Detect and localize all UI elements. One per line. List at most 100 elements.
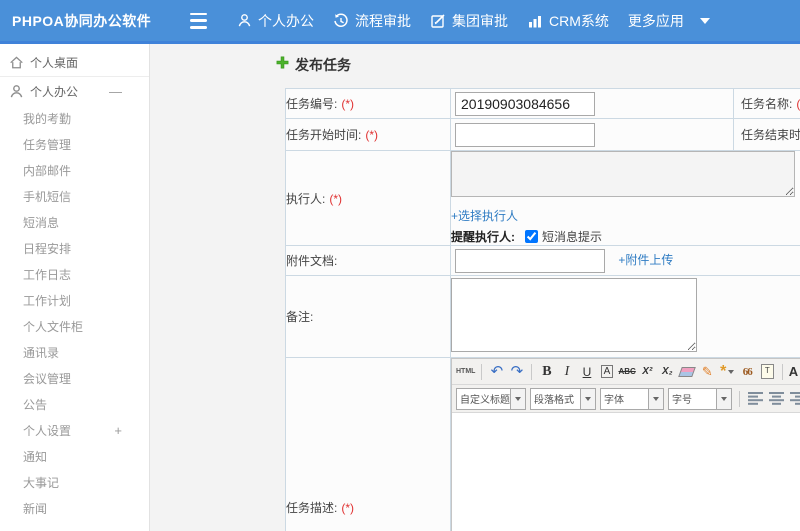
attachment-input[interactable] bbox=[455, 248, 605, 273]
align-left-button[interactable] bbox=[747, 389, 764, 409]
menu-toggle-button[interactable] bbox=[190, 12, 210, 29]
strikethrough-icon: ABC bbox=[618, 367, 636, 376]
sidebar-item-7[interactable]: 日程安排 bbox=[0, 235, 149, 261]
remark-label: 备注: bbox=[286, 310, 314, 324]
italic-icon: I bbox=[564, 363, 570, 379]
toolbar-separator bbox=[781, 363, 783, 380]
toolbar-separator bbox=[481, 363, 483, 380]
header-menu-group-approval[interactable]: 集团审批 bbox=[430, 11, 508, 31]
sidebar-item-4[interactable]: 内部邮件 bbox=[0, 157, 149, 183]
eraser-button[interactable] bbox=[678, 362, 697, 382]
choose-executor-link[interactable]: +选择执行人 bbox=[451, 207, 518, 224]
app-window: PHPOA协同办公软件 个人办公 流程审批 集团审批 CRM系统 更多应用 个人桌面 个人… bbox=[0, 0, 800, 531]
bold-button[interactable]: B bbox=[538, 362, 555, 382]
italic-button[interactable]: I bbox=[558, 362, 575, 382]
align-right-icon bbox=[790, 392, 800, 405]
title-select[interactable]: 自定义标题 bbox=[456, 387, 526, 410]
add-icon bbox=[276, 56, 289, 74]
superscript-button[interactable]: X² bbox=[639, 362, 656, 382]
strikethrough-button[interactable]: ABC bbox=[618, 362, 635, 382]
remark-textarea[interactable] bbox=[451, 278, 697, 352]
sidebar-item-9[interactable]: 工作计划 bbox=[0, 287, 149, 313]
sidebar-item-label: 个人桌面 bbox=[30, 55, 79, 70]
sidebar-item-label: 大事记 bbox=[23, 475, 60, 490]
history-icon bbox=[333, 13, 349, 29]
app-logo: PHPOA协同办公软件 bbox=[12, 12, 152, 29]
font-color-button[interactable]: A bbox=[789, 362, 800, 382]
header-menu-more-apps[interactable]: 更多应用 bbox=[628, 11, 710, 31]
underline-button[interactable]: U bbox=[578, 362, 595, 382]
sidebar-item-label: 通知 bbox=[23, 449, 48, 464]
app-header: PHPOA协同办公软件 个人办公 流程审批 集团审批 CRM系统 更多应用 bbox=[0, 0, 800, 41]
sidebar-item-11[interactable]: 通讯录 bbox=[0, 339, 149, 365]
format-brush-button[interactable]: ✎ bbox=[699, 362, 716, 382]
sidebar-item-8[interactable]: 工作日志 bbox=[0, 261, 149, 287]
eraser-icon bbox=[678, 366, 697, 377]
sidebar-item-17[interactable]: 新闻 bbox=[0, 495, 149, 521]
editor-content-area[interactable] bbox=[452, 413, 800, 531]
sidebar-item-5[interactable]: 手机短信 bbox=[0, 183, 149, 209]
sidebar-list: 个人桌面个人办公 — 我的考勤 任务管理 内部邮件手机短信短消息日程安排 工作日志工作计划… bbox=[0, 48, 149, 521]
sidebar-item-13[interactable]: 公告 bbox=[0, 391, 149, 417]
header-menu-personal-office[interactable]: 个人办公 bbox=[237, 11, 314, 31]
html-source-button[interactable]: HTML bbox=[456, 362, 475, 382]
caret-down-icon bbox=[510, 388, 525, 409]
attachment-upload-link[interactable]: +附件上传 bbox=[618, 251, 673, 268]
paragraph-format-select[interactable]: 段落格式 bbox=[530, 387, 596, 410]
collapse-icon[interactable]: — bbox=[109, 84, 122, 99]
paste-text-button[interactable]: T bbox=[759, 362, 776, 382]
sidebar-item-10[interactable]: 个人文件柜 bbox=[0, 313, 149, 339]
redo-button[interactable]: ↷ bbox=[508, 362, 525, 382]
blockquote-button[interactable]: 66 bbox=[739, 362, 756, 382]
sidebar: 个人桌面个人办公 — 我的考勤 任务管理 内部邮件手机短信短消息日程安排 工作日志工作计划… bbox=[0, 44, 150, 531]
page-title: 发布任务 bbox=[295, 57, 351, 73]
sidebar-item-12[interactable]: 会议管理 bbox=[0, 365, 149, 391]
sidebar-item-label: 个人文件柜 bbox=[23, 319, 84, 334]
subscript-icon: X₂ bbox=[662, 366, 673, 377]
sms-checkbox[interactable] bbox=[525, 230, 538, 243]
sidebar-item-1[interactable]: 个人办公 — bbox=[0, 77, 149, 105]
align-right-button[interactable] bbox=[789, 389, 800, 409]
sidebar-item-6[interactable]: 短消息 bbox=[0, 209, 149, 235]
header-menu-label: 更多应用 bbox=[627, 12, 684, 29]
start-time-input[interactable] bbox=[455, 122, 595, 147]
sidebar-item-label: 短消息 bbox=[23, 215, 60, 230]
sidebar-item-label: 个人办公 bbox=[30, 84, 79, 99]
executor-textarea[interactable] bbox=[451, 151, 795, 197]
sidebar-item-2[interactable]: 我的考勤 bbox=[0, 105, 149, 131]
header-menu: 个人办公 流程审批 集团审批 CRM系统 更多应用 bbox=[237, 11, 710, 31]
align-center-button[interactable] bbox=[768, 389, 785, 409]
edit-icon bbox=[430, 13, 446, 29]
toolbar-separator bbox=[531, 363, 533, 380]
sidebar-item-label: 新闻 bbox=[23, 501, 48, 516]
user-icon bbox=[9, 84, 24, 99]
sidebar-item-14[interactable]: 个人设置 + bbox=[0, 417, 149, 443]
caret-down-icon bbox=[728, 369, 735, 374]
required-mark: (*) bbox=[341, 501, 355, 515]
sidebar-item-label: 手机短信 bbox=[23, 189, 72, 204]
magic-wand-button[interactable]: * bbox=[719, 362, 736, 382]
sidebar-item-label: 工作计划 bbox=[23, 293, 72, 308]
required-mark: (*) bbox=[341, 97, 355, 111]
select-value: 字号 bbox=[672, 395, 692, 406]
sidebar-item-0[interactable]: 个人桌面 bbox=[0, 48, 149, 76]
font-family-select[interactable]: 字体 bbox=[600, 387, 664, 410]
header-menu-label: 流程审批 bbox=[355, 12, 411, 29]
header-menu-label: CRM系统 bbox=[549, 12, 609, 29]
sidebar-item-3[interactable]: 任务管理 bbox=[0, 131, 149, 157]
undo-button[interactable]: ↶ bbox=[488, 362, 505, 382]
font-size-select[interactable]: 字号 bbox=[668, 387, 732, 410]
magic-wand-icon: * bbox=[720, 362, 727, 380]
rich-text-editor: HTML ↶ ↷ B I U A ABC X² X₂ ✎ * 66 T A 自定义标题 段落格式 字体 字号 bbox=[451, 358, 800, 531]
header-menu-process-approval[interactable]: 流程审批 bbox=[333, 11, 411, 31]
sidebar-item-15[interactable]: 通知 bbox=[0, 443, 149, 469]
select-value: 段落格式 bbox=[534, 395, 574, 406]
header-menu-crm-system[interactable]: CRM系统 bbox=[527, 11, 609, 31]
align-center-icon bbox=[769, 392, 784, 405]
task-no-input[interactable] bbox=[455, 91, 595, 116]
sidebar-item-16[interactable]: 大事记 bbox=[0, 469, 149, 495]
subscript-button[interactable]: X₂ bbox=[659, 362, 676, 382]
font-frame-button[interactable]: A bbox=[598, 362, 615, 382]
task-form: 任务编号:(*) 任务名称:(*) 任务开始时间:(*) 任务结束时间:(*) … bbox=[285, 88, 800, 531]
expand-icon[interactable]: + bbox=[114, 423, 122, 438]
